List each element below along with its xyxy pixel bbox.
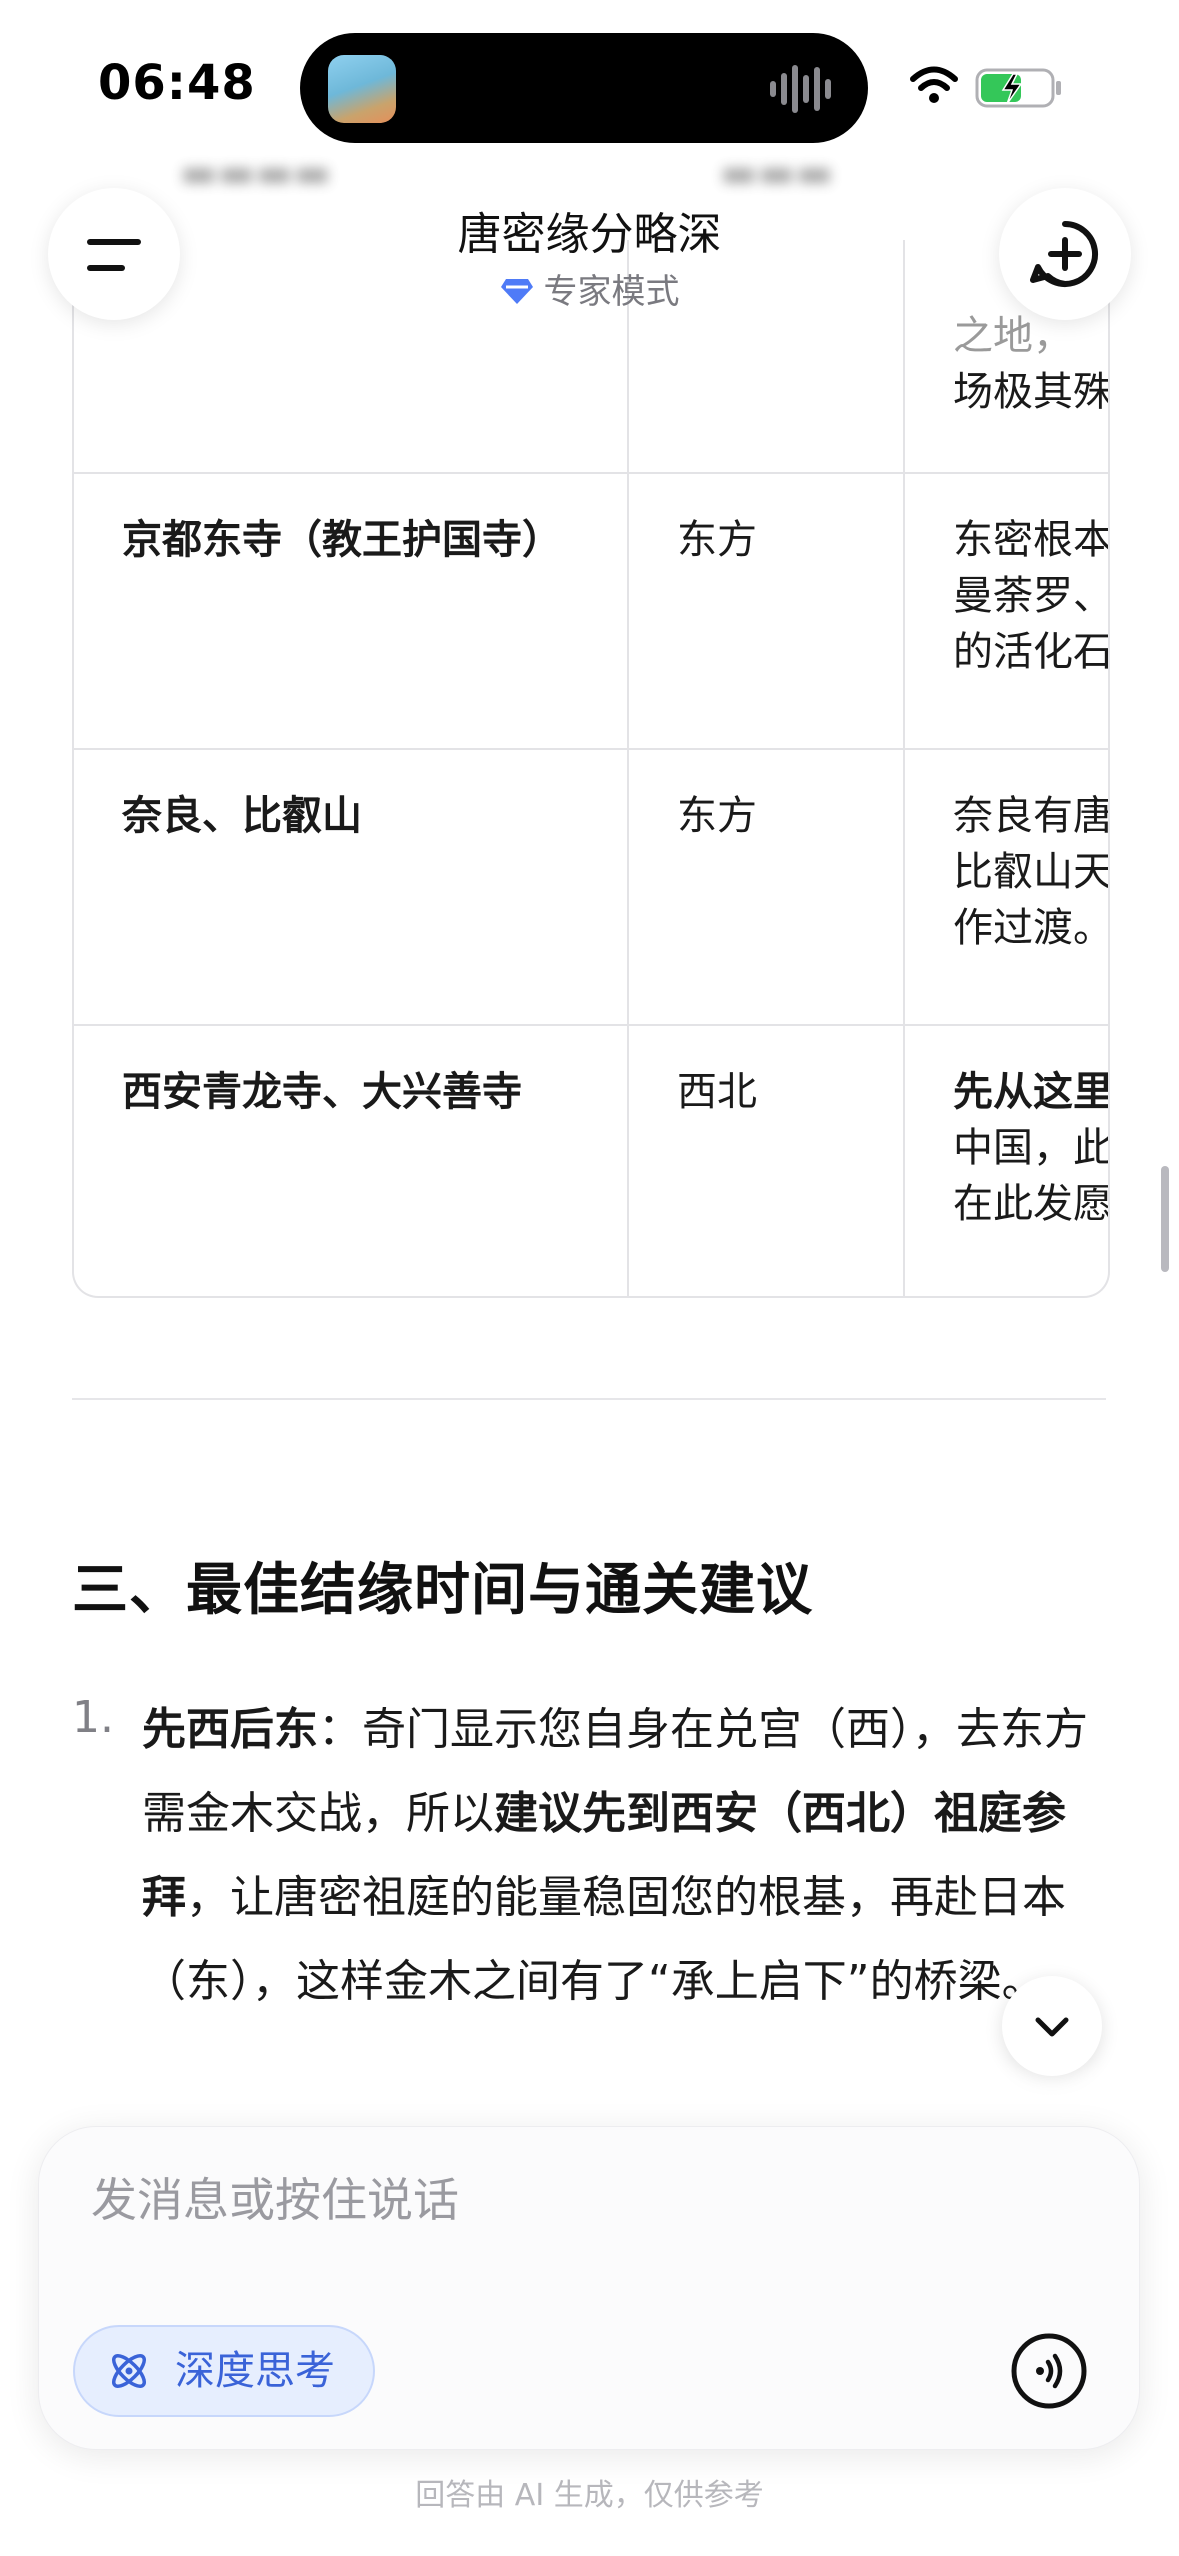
cell-line: 的活化石 bbox=[953, 629, 1110, 675]
cell-line: 奈良有唐 bbox=[953, 793, 1110, 839]
dynamic-island[interactable] bbox=[300, 33, 868, 143]
message-composer: 深度思考 bbox=[38, 2126, 1140, 2450]
status-icons bbox=[910, 66, 1061, 108]
cell-line: 中国，此 bbox=[953, 1125, 1110, 1171]
table-cell-note: 先从这里 中国，此 在此发愿 bbox=[905, 1026, 1110, 1296]
table-cell-place: 西安青龙寺、大兴善寺 bbox=[74, 1026, 629, 1296]
diamond-icon bbox=[500, 278, 533, 304]
list-item-body: ，让唐密祖庭的能量稳固您的根基，再赴日本（东），这样金木之间有了“承上启下”的桥… bbox=[142, 1872, 1066, 2007]
new-chat-button[interactable] bbox=[999, 188, 1131, 320]
cell-line: 东密根本 bbox=[953, 517, 1110, 563]
cell-line: 在此发愿 bbox=[953, 1181, 1110, 1227]
new-chat-icon bbox=[1030, 221, 1099, 287]
table-row: 西安青龙寺、大兴善寺 西北 先从这里 中国，此 在此发愿 bbox=[74, 1024, 1110, 1296]
section-divider bbox=[72, 1398, 1106, 1400]
battery-icon bbox=[975, 68, 1061, 108]
table-cell-note: 东密根本 曼荼罗、 的活化石 bbox=[905, 474, 1110, 750]
cell-line: 作过渡。 bbox=[953, 905, 1110, 951]
audio-waveform-icon bbox=[770, 65, 831, 113]
table-row: 奈良、比叡山 东方 奈良有唐 比叡山天 作过渡。 bbox=[74, 748, 1110, 1026]
table-cell-note: 奈良有唐 比叡山天 作过渡。 bbox=[905, 750, 1110, 1026]
voice-icon[interactable] bbox=[1009, 2331, 1089, 2411]
status-time: 06:48 bbox=[98, 55, 256, 111]
table-cell-place: 京都东寺（教王护国寺） bbox=[74, 474, 629, 750]
table-cell-place: 奈良、比叡山 bbox=[74, 750, 629, 1026]
table-cell-direction: 东方 bbox=[629, 750, 905, 1026]
now-playing-app-icon[interactable] bbox=[328, 55, 396, 123]
message-input[interactable] bbox=[91, 2173, 991, 2227]
table-cell-direction: 东方 bbox=[629, 474, 905, 750]
list-item-text: 先西后东：奇门显示您自身在兑宫（西），去东方需金木交战，所以建议先到西安（西北）… bbox=[142, 1688, 1092, 2024]
blurred-content-fragment: ▬▬▬▬ bbox=[180, 150, 332, 196]
blurred-content-fragment: ▬▬▬ bbox=[720, 150, 834, 196]
deep-think-toggle[interactable]: 深度思考 bbox=[73, 2325, 375, 2417]
comparison-table[interactable]: 之地， 场极其殊 京都东寺（教王护国寺） 东方 东密根本 曼荼罗、 的活化石 奈… bbox=[72, 240, 1110, 1298]
ai-disclaimer: 回答由 AI 生成，仅供参考 bbox=[415, 2478, 764, 2513]
list-item-lead: 先西后东 bbox=[142, 1704, 318, 1755]
list-item-number: 1. bbox=[72, 1692, 114, 1743]
atom-icon bbox=[112, 2354, 146, 2388]
cell-line: 曼荼罗、 bbox=[953, 573, 1110, 619]
deep-think-label: 深度思考 bbox=[175, 2348, 335, 2394]
table-cell-direction: 西北 bbox=[629, 1026, 905, 1296]
table-row: 京都东寺（教王护国寺） 东方 东密根本 曼荼罗、 的活化石 bbox=[74, 472, 1110, 750]
scrollbar-thumb[interactable] bbox=[1161, 1166, 1169, 1272]
cell-line: 比叡山天 bbox=[953, 849, 1110, 895]
wifi-icon bbox=[910, 66, 958, 103]
cell-line: 场极其殊 bbox=[953, 369, 1110, 415]
section-heading: 三、最佳结缘时间与通关建议 bbox=[72, 1558, 813, 1623]
mode-label: 专家模式 bbox=[543, 272, 680, 312]
cell-line: 先从这里 bbox=[953, 1069, 1110, 1115]
